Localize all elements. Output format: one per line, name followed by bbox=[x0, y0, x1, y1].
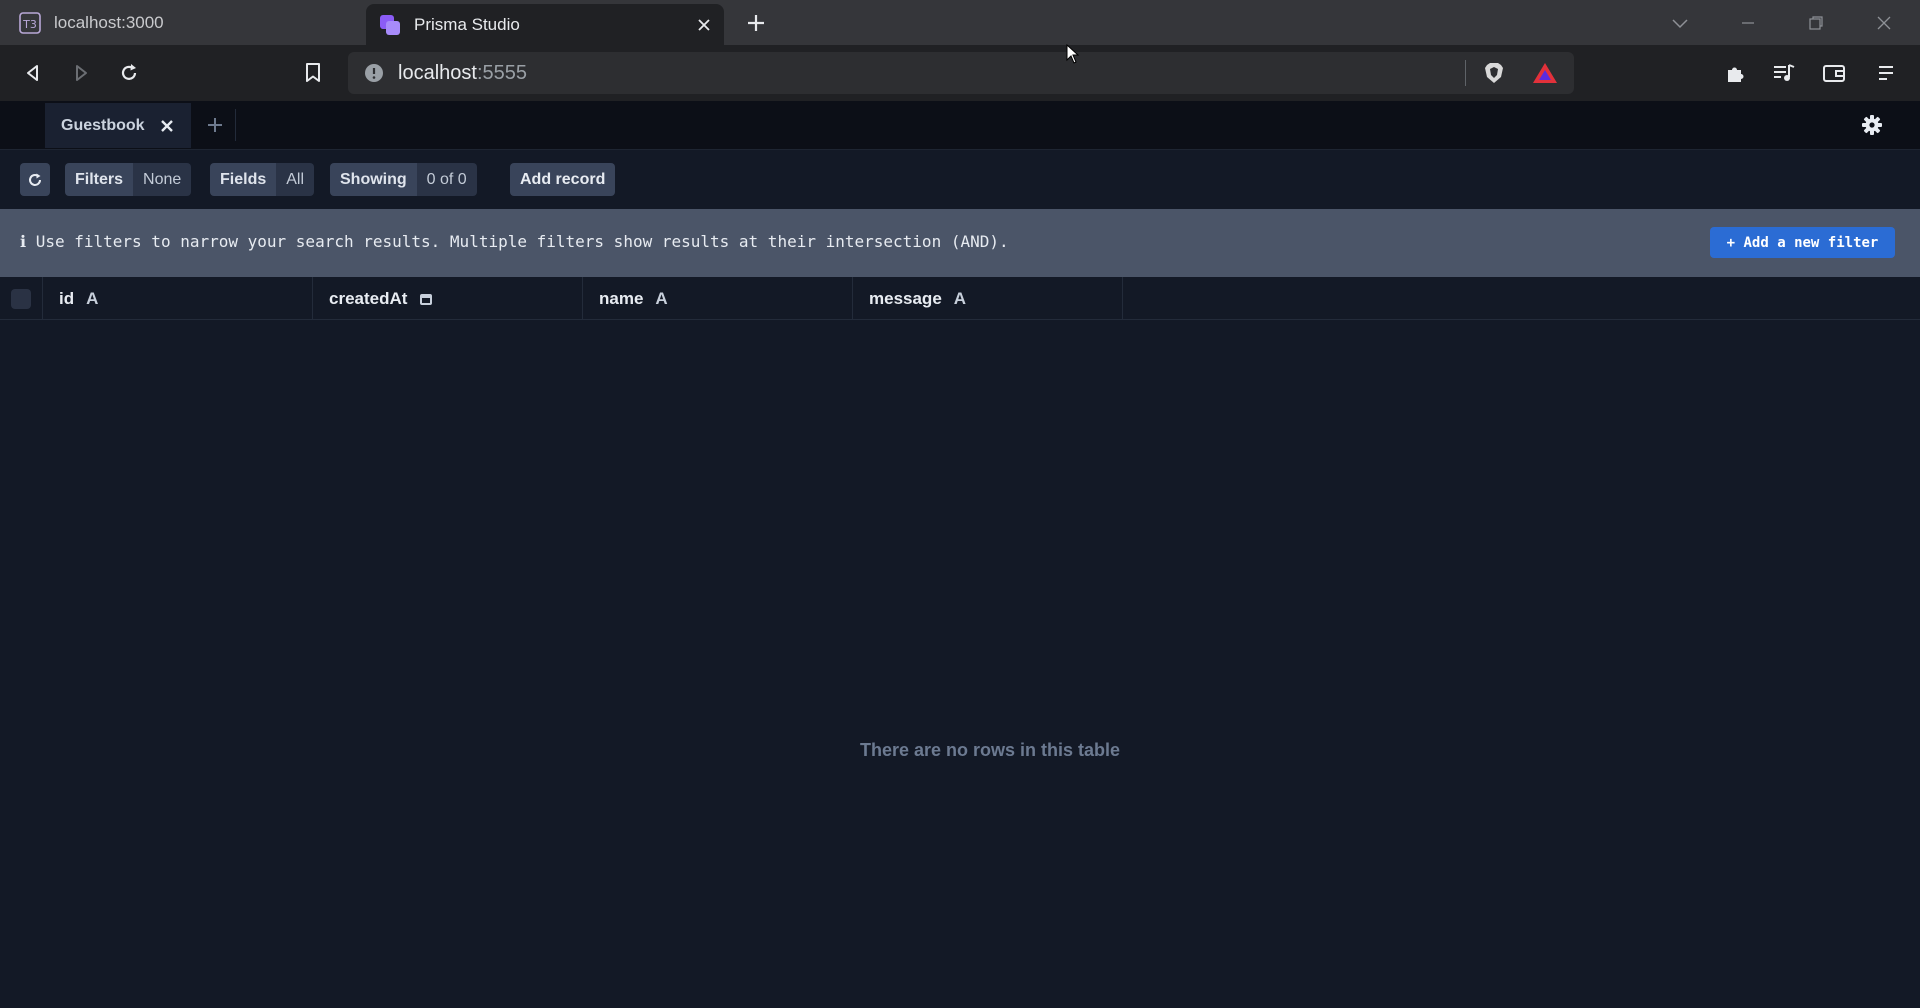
menu-icon[interactable] bbox=[1870, 57, 1902, 89]
new-tab-button[interactable] bbox=[740, 8, 772, 38]
header-divider bbox=[235, 109, 236, 141]
filter-info-bar: ℹ Use filters to narrow your search resu… bbox=[0, 209, 1920, 277]
prisma-icon bbox=[378, 13, 402, 37]
table-header: id A createdAt name A message A bbox=[0, 277, 1920, 320]
url-host: localhost bbox=[398, 61, 477, 84]
showing-label: Showing bbox=[330, 163, 417, 196]
column-name: name bbox=[599, 288, 644, 308]
bookmark-icon[interactable] bbox=[297, 57, 329, 89]
settings-gear-icon[interactable] bbox=[1860, 113, 1884, 137]
filters-button[interactable]: Filters None bbox=[65, 163, 192, 196]
add-record-button[interactable]: Add record bbox=[510, 163, 616, 196]
table-body: There are no rows in this table bbox=[0, 320, 1920, 1008]
studio-header: Guestbook bbox=[0, 101, 1920, 150]
browser-tab-strip: T3 localhost:3000 Prisma Studio bbox=[0, 0, 1920, 45]
calendar-icon bbox=[419, 292, 433, 306]
back-icon[interactable] bbox=[17, 57, 49, 89]
column-name: message bbox=[869, 288, 942, 308]
model-tab-label: Guestbook bbox=[61, 116, 145, 134]
url-divider bbox=[1465, 60, 1466, 86]
address-bar[interactable]: localhost:5555 bbox=[348, 52, 1574, 94]
fields-button[interactable]: Fields All bbox=[210, 163, 315, 196]
close-window-icon[interactable] bbox=[1854, 0, 1914, 45]
select-all-checkbox[interactable] bbox=[11, 288, 31, 309]
add-model-tab-icon[interactable] bbox=[203, 113, 227, 137]
empty-table-message: There are no rows in this table bbox=[859, 740, 1121, 760]
t3-icon: T3 bbox=[18, 11, 42, 35]
column-header-message[interactable]: message A bbox=[853, 277, 1123, 320]
tab-title: Prisma Studio bbox=[414, 14, 520, 34]
minimize-window-icon[interactable] bbox=[1718, 0, 1778, 45]
media-playlist-icon[interactable] bbox=[1768, 57, 1800, 89]
close-model-tab-icon[interactable] bbox=[157, 116, 177, 136]
site-info-icon[interactable] bbox=[364, 63, 384, 83]
svg-text:T3: T3 bbox=[22, 18, 37, 31]
showing-value: 0 of 0 bbox=[416, 163, 477, 196]
url-port: :5555 bbox=[476, 61, 527, 84]
column-name: createdAt bbox=[329, 288, 408, 308]
close-tab-icon[interactable] bbox=[690, 11, 718, 39]
browser-tab-prisma-studio[interactable]: Prisma Studio bbox=[366, 4, 724, 45]
fields-value: All bbox=[276, 163, 315, 196]
tab-title: localhost:3000 bbox=[54, 12, 164, 32]
browser-tab-localhost-3000[interactable]: T3 localhost:3000 bbox=[0, 0, 362, 45]
browser-toolbar: localhost:5555 bbox=[0, 45, 1920, 101]
add-filter-button[interactable]: + Add a new filter bbox=[1710, 227, 1895, 258]
fields-label: Fields bbox=[210, 163, 277, 196]
forward-icon[interactable] bbox=[65, 57, 97, 89]
tab-search-chevron-icon[interactable] bbox=[1650, 0, 1710, 45]
refresh-icon bbox=[29, 173, 41, 186]
brave-shields-icon[interactable] bbox=[1482, 61, 1506, 90]
refresh-button[interactable] bbox=[20, 163, 50, 196]
string-type-icon: A bbox=[953, 288, 967, 308]
string-type-icon: A bbox=[655, 288, 668, 308]
action-bar: Filters None Fields All Showing 0 of 0 A… bbox=[0, 150, 1920, 209]
column-name: id bbox=[59, 288, 75, 308]
extensions-icon[interactable] bbox=[1720, 57, 1752, 89]
model-tab-guestbook[interactable]: Guestbook bbox=[45, 103, 191, 148]
select-all-cell bbox=[0, 277, 43, 320]
string-type-icon: A bbox=[86, 288, 99, 308]
column-header-id[interactable]: id A bbox=[43, 277, 313, 320]
mouse-cursor-icon bbox=[1066, 43, 1080, 69]
filters-label: Filters bbox=[65, 163, 134, 196]
restore-window-icon[interactable] bbox=[1786, 0, 1846, 45]
url-text: localhost:5555 bbox=[398, 62, 527, 85]
column-header-createdat[interactable]: createdAt bbox=[313, 277, 583, 320]
showing-button[interactable]: Showing 0 of 0 bbox=[330, 163, 477, 196]
filter-info-message: ℹ Use filters to narrow your search resu… bbox=[20, 232, 1009, 251]
wallet-icon[interactable] bbox=[1818, 57, 1850, 89]
reload-icon[interactable] bbox=[113, 57, 145, 89]
filters-value: None bbox=[133, 163, 192, 196]
column-header-name[interactable]: name A bbox=[583, 277, 853, 320]
brave-rewards-icon[interactable] bbox=[1532, 61, 1558, 90]
